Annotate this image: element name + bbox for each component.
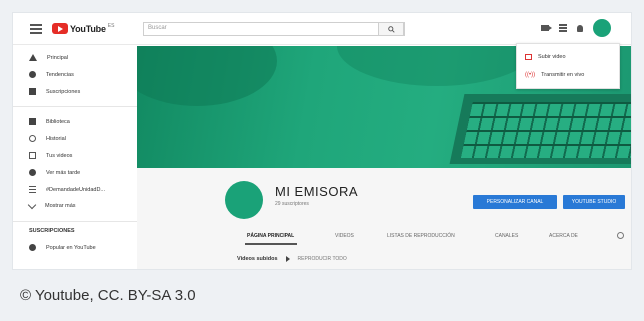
search-icon (387, 25, 395, 33)
history-icon (29, 135, 36, 142)
sidebar-divider (13, 106, 137, 107)
search-placeholder: Buscar (148, 25, 167, 31)
go-live-label: Transmitir en vivo (541, 72, 585, 78)
sidebar-item-label: #DemandadeUnidadD... (46, 186, 106, 193)
create-dropdown: Subir video ((•)) Transmitir en vivo (516, 43, 620, 89)
youtube-logo[interactable]: YouTube ES (52, 22, 114, 35)
sidebar-item-label: Tus videos (46, 152, 73, 159)
sidebar-item-mostrar-mas[interactable]: Mostrar más (27, 200, 76, 209)
sidebar-item-label: Ver más tarde (46, 169, 81, 176)
subscription-item[interactable]: Popular en YouTube (29, 244, 96, 251)
fire-icon (29, 71, 36, 78)
sidebar-item-label: Mostrar más (45, 203, 76, 209)
sidebar-divider (13, 221, 137, 222)
library-icon (29, 118, 36, 125)
channel-avatar-icon (29, 244, 36, 251)
sidebar-item-tus-videos[interactable]: Tus videos (29, 152, 72, 159)
menu-icon[interactable] (30, 24, 42, 34)
sidebar-item-label: Suscripciones (46, 88, 81, 95)
sidebar-item-playlist[interactable]: #DemandadeUnidadD... (29, 186, 105, 193)
tab-channels[interactable]: CANALES (495, 233, 518, 239)
image-caption: © Youtube, CC. BY-SA 3.0 (20, 287, 196, 304)
screenshot-frame: YouTube ES Buscar Subir video ((•)) Tran… (12, 12, 632, 270)
subscriptions-heading: SUSCRIPCIONES (29, 228, 75, 234)
topbar-actions (541, 19, 611, 37)
sidebar-item-historial[interactable]: Historial (29, 135, 66, 142)
upload-video-label: Subir video (538, 54, 566, 60)
sidebar-item-ver-mas-tarde[interactable]: Ver más tarde (29, 169, 80, 176)
sidebar-item-label: Biblioteca (46, 118, 70, 125)
sidebar-item-principal[interactable]: Principal (29, 54, 68, 61)
search-input[interactable]: Buscar (143, 22, 405, 36)
banner-keyboard-image (449, 94, 631, 164)
active-tab-indicator (245, 243, 297, 245)
logo-region: ES (107, 23, 115, 29)
play-icon[interactable] (285, 256, 290, 262)
upload-video-item[interactable]: Subir video (525, 54, 566, 60)
subscriptions-icon (29, 88, 36, 95)
upload-video-icon (525, 54, 532, 60)
sidebar-item-label: Historial (46, 135, 66, 142)
your-videos-icon (29, 152, 36, 159)
tab-videos[interactable]: VIDEOS (335, 233, 354, 239)
uploads-title: Videos subidos (237, 256, 278, 262)
notifications-icon[interactable] (577, 24, 583, 32)
customize-channel-button[interactable]: PERSONALIZAR CANAL (473, 195, 557, 209)
go-live-item[interactable]: ((•)) Transmitir en vivo (525, 72, 584, 78)
create-video-icon[interactable] (541, 25, 552, 31)
subscriber-count: 29 suscriptores (275, 201, 309, 207)
top-bar: YouTube ES Buscar (13, 13, 631, 45)
tab-home[interactable]: PÁGINA PRINCIPAL (247, 233, 294, 239)
channel-header: MI EMISORA 29 suscriptores PERSONALIZAR … (137, 168, 631, 269)
sidebar-item-suscripciones[interactable]: Suscripciones (29, 88, 80, 95)
tab-playlists[interactable]: LISTAS DE REPRODUCCIÓN (387, 233, 455, 239)
watch-later-icon (29, 169, 36, 176)
channel-avatar[interactable] (225, 181, 263, 219)
channel-name: MI EMISORA (275, 184, 359, 199)
playlist-icon (29, 186, 36, 193)
uploads-row: Videos subidos REPRODUCIR TODO (237, 256, 347, 262)
sidebar-item-label: Tendencias (46, 71, 74, 78)
sidebar-item-biblioteca[interactable]: Biblioteca (29, 118, 70, 125)
sidebar-item-tendencias[interactable]: Tendencias (29, 71, 74, 78)
channel-tabs: PÁGINA PRINCIPAL VIDEOS LISTAS DE REPROD… (137, 230, 631, 245)
youtube-play-icon (52, 23, 68, 34)
sidebar-item-label: Principal (47, 54, 69, 61)
logo-text: YouTube (70, 23, 106, 34)
apps-icon[interactable] (559, 24, 567, 32)
search-button[interactable] (378, 22, 404, 36)
search-icon[interactable] (617, 232, 624, 239)
play-all-link[interactable]: REPRODUCIR TODO (298, 256, 347, 262)
home-icon (29, 54, 37, 61)
chevron-down-icon (27, 200, 37, 209)
account-avatar[interactable] (593, 19, 611, 37)
sidebar: Principal Tendencias Suscripciones Bibli… (13, 46, 137, 269)
live-icon: ((•)) (525, 72, 536, 78)
youtube-studio-button[interactable]: YOUTUBE STUDIO (563, 195, 625, 209)
subscription-label: Popular en YouTube (46, 244, 96, 251)
tab-about[interactable]: ACERCA DE (549, 233, 578, 239)
